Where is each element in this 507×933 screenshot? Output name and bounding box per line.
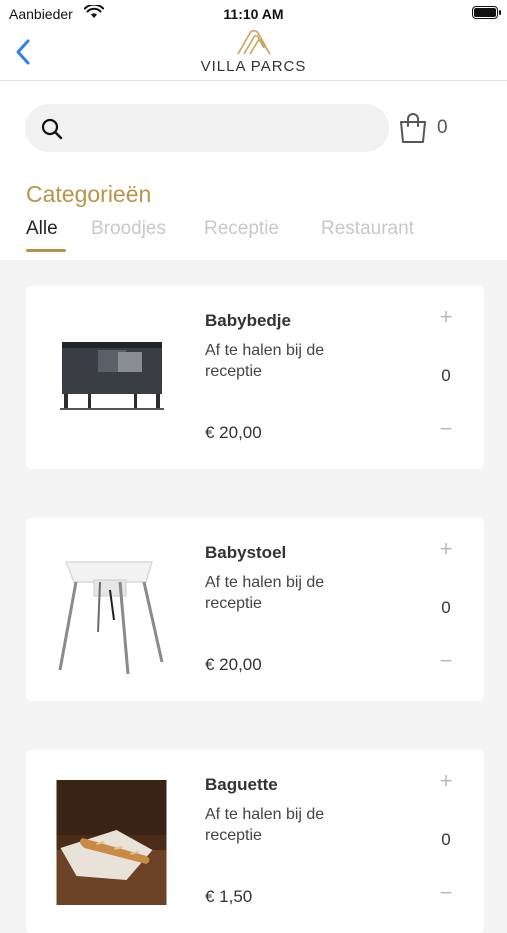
cart-count: 0 [437,117,448,138]
clock: 11:10 AM [223,6,284,22]
quantity-value: 0 [441,598,451,617]
increase-quantity-button[interactable]: + [434,304,458,329]
quantity-value: 0 [441,366,451,385]
product-description: Af te halen bij de receptie [205,806,325,844]
product-card[interactable]: Baguette Af te halen bij de receptie € 1… [26,750,484,933]
battery-icon [472,6,501,19]
decrease-quantity-button[interactable]: − [434,648,458,673]
quantity-value: 0 [441,830,451,849]
product-card[interactable]: Babybedje Af te halen bij de receptie € … [26,286,484,469]
header-area: Aanbieder 11:10 AM VILLA PARCS 0 Categor… [0,0,507,260]
product-price: € 1,50 [205,887,253,906]
navigation-bar: VILLA PARCS [0,28,507,81]
brand-logo: VILLA PARCS [0,30,507,75]
product-image [56,780,167,905]
tab-restaurant[interactable]: Restaurant [321,218,414,240]
increase-quantity-button[interactable]: + [434,536,458,561]
product-name: Babybedje [205,311,291,330]
search-icon [41,118,63,140]
product-card[interactable]: Babystoel Af te halen bij de receptie € … [26,518,484,701]
tab-broodjes[interactable]: Broodjes [91,218,166,240]
product-price: € 20,00 [205,655,262,674]
brand-name: VILLA PARCS [200,58,307,75]
product-name: Babystoel [205,543,287,562]
category-tabs: Alle Broodjes Receptie Restaurant [0,218,507,254]
product-description: Af te halen bij de receptie [205,342,325,380]
increase-quantity-button[interactable]: + [434,768,458,793]
tab-receptie[interactable]: Receptie [204,218,279,240]
search-input[interactable] [25,104,389,152]
logo-mark-icon [236,30,271,55]
product-name: Baguette [205,775,278,794]
product-description: Af te halen bij de receptie [205,574,325,612]
status-bar: Aanbieder 11:10 AM [0,0,507,28]
categories-title: Categorieën [26,181,152,207]
decrease-quantity-button[interactable]: − [434,880,458,905]
shopping-bag-icon[interactable] [398,112,428,144]
product-price: € 20,00 [205,423,262,442]
product-image [60,342,164,410]
active-tab-indicator [26,249,66,252]
decrease-quantity-button[interactable]: − [434,416,458,441]
tab-alle[interactable]: Alle [26,218,58,240]
product-image [58,561,164,674]
